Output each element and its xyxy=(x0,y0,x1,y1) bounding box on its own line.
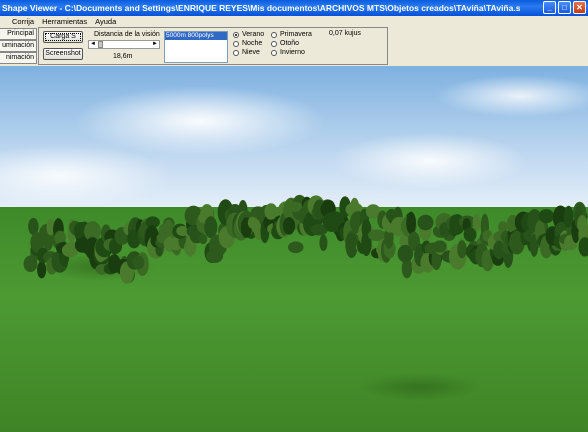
radio-invierno[interactable]: Invierno xyxy=(271,49,305,56)
close-button[interactable]: ✕ xyxy=(573,1,586,14)
radio-icon xyxy=(233,31,239,38)
radio-label: Noche xyxy=(242,40,263,47)
vision-distance-value: 18,6m xyxy=(113,53,133,60)
radio-label: Verano xyxy=(242,31,265,38)
shrub-clump xyxy=(264,203,278,220)
control-panel: Carga S Screenshot Distancia de la visió… xyxy=(38,27,388,65)
shrub-clump xyxy=(345,232,358,258)
radio-label: Nieve xyxy=(242,49,260,56)
shrub-clump xyxy=(368,229,386,242)
3d-viewport[interactable] xyxy=(0,66,588,432)
shrub-clump xyxy=(538,209,555,224)
shrub-clump xyxy=(282,217,296,235)
minimize-button[interactable]: _ xyxy=(543,1,556,14)
menu-corrija[interactable]: Corrija xyxy=(8,16,38,27)
slider-right-arrow-icon[interactable]: ► xyxy=(151,41,159,48)
radio-otono[interactable]: Otoño xyxy=(271,40,299,47)
menu-herramientas[interactable]: Herramientas xyxy=(38,16,91,27)
shrub-clump xyxy=(319,234,328,252)
radio-icon xyxy=(233,40,239,47)
screenshot-button[interactable]: Screenshot xyxy=(43,48,83,60)
radio-label: Otoño xyxy=(280,40,300,47)
radio-verano[interactable]: Verano xyxy=(233,31,264,38)
radio-nieve[interactable]: Nieve xyxy=(233,49,260,56)
shrub-clump xyxy=(199,233,208,245)
radio-noche[interactable]: Noche xyxy=(233,40,262,47)
shrub-clump xyxy=(432,240,447,253)
shrub-clump xyxy=(132,255,145,270)
radio-primavera[interactable]: Primavera xyxy=(271,31,312,38)
vineyard-row xyxy=(23,194,588,284)
tab-animacion[interactable]: nimación xyxy=(0,52,37,64)
shrub-clump xyxy=(457,240,467,259)
shrub-clump xyxy=(417,214,434,231)
radio-icon xyxy=(233,49,239,56)
lod-listbox[interactable]: 5000m 800polys xyxy=(164,31,228,63)
shrub-clump xyxy=(287,241,304,254)
tab-principal[interactable]: Principal xyxy=(0,28,37,40)
tab-iluminacion[interactable]: uminación xyxy=(0,40,37,52)
load-button[interactable]: Carga S xyxy=(43,31,83,43)
radio-icon xyxy=(271,49,277,56)
menu-bar: Corrija Herramientas Ayuda xyxy=(0,16,588,27)
maximize-button[interactable]: □ xyxy=(558,1,571,14)
shrub-clump xyxy=(472,214,481,232)
title-bar: Shape Viewer - C:\Documents and Settings… xyxy=(0,0,588,16)
shrub-clump xyxy=(406,211,416,235)
radio-label: Invierno xyxy=(280,49,305,56)
polygon-stat: 0,07 kujus xyxy=(329,30,361,37)
radio-icon xyxy=(271,31,277,38)
menu-ayuda[interactable]: Ayuda xyxy=(91,16,120,27)
radio-icon xyxy=(271,40,277,47)
radio-label: Primavera xyxy=(280,31,312,38)
slider-thumb[interactable] xyxy=(98,41,103,48)
slider-left-arrow-icon[interactable]: ◄ xyxy=(89,41,97,48)
shrub-clump xyxy=(37,261,47,279)
list-item[interactable]: 5000m 800polys xyxy=(165,32,227,40)
window-title: Shape Viewer - C:\Documents and Settings… xyxy=(2,3,521,13)
vision-distance-label: Distancia de la visión xyxy=(94,31,160,38)
side-tabs: Principal uminación nimación xyxy=(0,28,37,64)
vision-distance-slider[interactable]: ◄ ► xyxy=(88,40,160,49)
